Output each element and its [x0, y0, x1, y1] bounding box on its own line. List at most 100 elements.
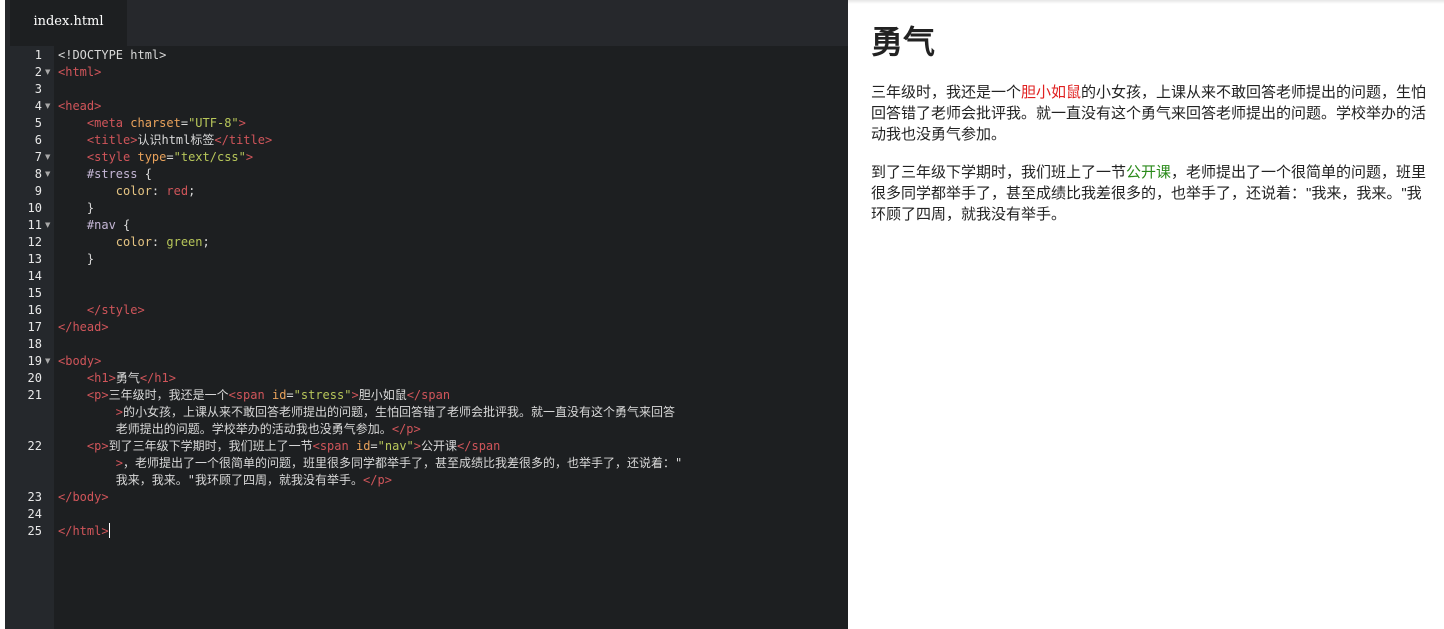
- code-line: <body>: [58, 353, 101, 370]
- code-token: color: [115, 184, 152, 198]
- fold-arrow-icon[interactable]: ▼: [45, 353, 53, 370]
- line-number: 10: [27, 201, 42, 215]
- line-number: 16: [27, 303, 42, 317]
- code-line: #stress {: [58, 166, 152, 183]
- nav-span: 公开课: [1126, 164, 1172, 181]
- line-number: 18: [27, 337, 42, 351]
- code-area[interactable]: <!DOCTYPE html> <html> <head> <meta charse…: [54, 46, 848, 629]
- line-number: 2: [34, 65, 42, 79]
- code-line: color: red;: [58, 183, 196, 200]
- line-number: 1: [34, 48, 42, 62]
- fold-arrow-icon[interactable]: ▼: [45, 98, 53, 115]
- code-token: {: [137, 167, 152, 181]
- line-number: 4: [34, 99, 42, 113]
- fold-arrow-icon[interactable]: ▼: [45, 166, 53, 183]
- code-token: 三年级时，我还是一个: [108, 388, 229, 402]
- code-token: ;: [188, 184, 196, 198]
- preview-top-shadow: [848, 0, 1444, 4]
- code-token: </head>: [58, 320, 109, 334]
- code-token: charset: [130, 116, 181, 130]
- code-token: #stress: [86, 167, 138, 181]
- code-token: 到了三年级下学期时，我们班上了一节: [108, 439, 313, 453]
- code-token: </span: [457, 439, 501, 453]
- line-number-gutter: 1 2 ▼ 3 4 ▼ 5 6 7 ▼ 8 ▼ 9 10 11 ▼ 12 13 14 15 16 17 18 19 ▼ 20 21 2…: [5, 46, 54, 629]
- code-token: </h1>: [139, 371, 176, 385]
- code-line: >的小女孩，上课从来不敢回答老师提出的问题，生怕回答错了老师会批评我。就一直没有…: [58, 404, 675, 421]
- code-token: {: [115, 218, 131, 232]
- code-token: #nav: [86, 218, 116, 232]
- code-token: >: [413, 439, 422, 453]
- code-token: <title>: [86, 133, 138, 147]
- code-token: </style>: [86, 303, 145, 317]
- code-token: >: [115, 405, 124, 419]
- code-token: "nav": [377, 439, 414, 453]
- code-token: "text/css": [173, 150, 246, 164]
- code-token: =: [180, 116, 189, 130]
- code-token: }: [58, 252, 95, 266]
- window-edge: [0, 0, 5, 629]
- code-token: <span: [312, 439, 356, 453]
- code-token: <!DOCTYPE html>: [58, 48, 167, 62]
- code-line: <style type="text/css">: [58, 149, 253, 166]
- code-token: green: [166, 235, 203, 249]
- fold-arrow-icon[interactable]: ▼: [45, 217, 53, 234]
- code-token: ;: [202, 235, 210, 249]
- code-line: <h1>勇气</h1>: [58, 370, 176, 387]
- code-line: <head>: [58, 98, 101, 115]
- preview-heading: 勇气: [871, 24, 936, 60]
- fold-arrow-icon[interactable]: ▼: [45, 64, 53, 81]
- text-cursor: [108, 523, 110, 538]
- code-line: <!DOCTYPE html>: [58, 47, 166, 64]
- tab-index-html[interactable]: index.html: [10, 0, 127, 46]
- code-token: >: [351, 388, 359, 402]
- code-token: 勇气: [115, 371, 140, 385]
- line-number: 23: [27, 490, 42, 504]
- code-token: =: [286, 388, 294, 402]
- code-line: </style>: [58, 302, 145, 319]
- preview-paragraph-1: 三年级时，我还是一个胆小如鼠的小女孩，上课从来不敢回答老师提出的问题，生怕回答错…: [871, 82, 1431, 145]
- paragraph-text: 到了三年级下学期时，我们班上了一节: [871, 164, 1127, 181]
- code-line: color: green;: [58, 234, 210, 251]
- code-token: id: [271, 388, 287, 402]
- line-number: 15: [27, 286, 42, 300]
- code-token: </p>: [363, 473, 392, 487]
- code-token: </body>: [58, 490, 109, 504]
- tab-bar: index.html: [5, 0, 848, 46]
- code-line: <p>三年级时，我还是一个<span id="stress">胆小如鼠</spa…: [58, 387, 450, 404]
- code-line: </body>: [58, 489, 109, 506]
- code-token: <p>: [86, 388, 109, 402]
- code-token: <html>: [58, 65, 102, 79]
- code-token: <head>: [58, 99, 102, 113]
- code-token: 公开课: [421, 439, 458, 453]
- code-line: </html>: [58, 523, 110, 540]
- code-token: <span: [228, 388, 272, 402]
- preview-paragraph-2: 到了三年级下学期时，我们班上了一节公开课，老师提出了一个很简单的问题，班里很多同…: [871, 162, 1431, 225]
- code-token: <style: [86, 150, 138, 164]
- code-token: =: [370, 439, 378, 453]
- code-line: >，老师提出了一个很简单的问题，班里很多同学都举手了，甚至成绩比我差很多的，也举…: [58, 455, 682, 472]
- code-token: </title>: [214, 133, 273, 147]
- line-number: 14: [27, 269, 42, 283]
- paragraph-text: 三年级时，我还是一个: [871, 84, 1022, 101]
- line-number: 11: [27, 218, 42, 232]
- code-token: =: [166, 150, 174, 164]
- code-token: color: [115, 235, 152, 249]
- line-number: 20: [27, 371, 42, 385]
- code-token: </span: [406, 388, 451, 402]
- stress-span: 胆小如鼠: [1021, 84, 1082, 101]
- code-line: 老师提出的问题。学校举办的活动我也没勇气参加。</p>: [58, 421, 421, 438]
- line-number: 9: [34, 184, 42, 198]
- line-number: 8: [34, 167, 42, 181]
- line-number: 17: [27, 320, 42, 334]
- line-number: 13: [27, 252, 42, 266]
- fold-arrow-icon[interactable]: ▼: [45, 149, 53, 166]
- line-number: 24: [27, 507, 42, 521]
